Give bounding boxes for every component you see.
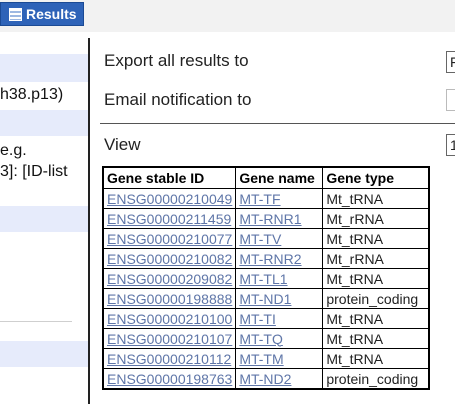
gene-type-cell: Mt_rRNA: [322, 248, 430, 269]
gene-id-cell: ENSG00000198888: [102, 288, 237, 309]
gene-id-link[interactable]: ENSG00000210077: [107, 231, 232, 247]
export-format-value: F: [450, 54, 455, 70]
gene-id-link[interactable]: ENSG00000210082: [107, 251, 232, 267]
gene-name-link[interactable]: MT-TL1: [239, 271, 287, 287]
panel-text-line: e.g.: [0, 142, 27, 159]
panel-divider: [0, 321, 72, 322]
results-table: Gene stable ID Gene name Gene type ENSG0…: [102, 166, 431, 390]
table-row: ENSG00000210112 MT-TM Mt_tRNA: [102, 348, 430, 369]
results-tab[interactable]: Results: [0, 2, 84, 26]
gene-id-link[interactable]: ENSG00000210049: [107, 191, 232, 207]
gene-id-link[interactable]: ENSG00000211459: [107, 211, 231, 227]
section-divider: [100, 123, 455, 124]
gene-name-cell: MT-TF: [235, 188, 324, 209]
top-bar: Results: [0, 0, 455, 32]
panel-section-band[interactable]: [0, 206, 88, 232]
export-label: Export all results to: [104, 51, 249, 70]
gene-id-cell: ENSG00000210082: [102, 248, 237, 269]
gene-id-cell: ENSG00000210077: [102, 228, 237, 249]
results-main: Export all results to F Email notificati…: [90, 38, 455, 404]
column-header-gene-name: Gene name: [235, 166, 324, 189]
gene-name-cell: MT-TQ: [235, 328, 324, 349]
gene-name-cell: MT-TI: [235, 308, 324, 329]
gene-name-cell: MT-RNR2: [235, 248, 324, 269]
panel-section-band[interactable]: [0, 110, 88, 136]
gene-id-link[interactable]: ENSG00000209082: [107, 271, 232, 287]
column-header-gene-stable-id: Gene stable ID: [102, 166, 237, 189]
gene-name-cell: MT-TL1: [235, 268, 324, 289]
panel-text-line: h38.p13): [0, 86, 64, 103]
gene-id-link[interactable]: ENSG00000198888: [107, 291, 232, 307]
gene-type-cell: protein_coding: [322, 288, 430, 309]
gene-id-cell: ENSG00000209082: [102, 268, 237, 289]
results-tab-label: Results: [26, 6, 77, 22]
gene-id-link[interactable]: ENSG00000198763: [107, 371, 232, 387]
gene-id-cell: ENSG00000198763: [102, 368, 237, 390]
gene-name-link[interactable]: MT-RNR1: [239, 211, 301, 227]
gene-type-cell: Mt_tRNA: [322, 348, 430, 369]
gene-name-link[interactable]: MT-ND2: [239, 371, 291, 387]
gene-id-cell: ENSG00000210112: [102, 348, 237, 369]
table-row: ENSG00000210049 MT-TF Mt_tRNA: [102, 188, 430, 209]
table-row: ENSG00000198763 MT-ND2 protein_coding: [102, 368, 430, 390]
gene-id-link[interactable]: ENSG00000210107: [107, 331, 232, 347]
panel-text-line: 3]: [ID-list: [0, 163, 68, 180]
gene-name-link[interactable]: MT-TF: [239, 191, 280, 207]
table-row: ENSG00000210077 MT-TV Mt_tRNA: [102, 228, 430, 249]
table-row: ENSG00000209082 MT-TL1 Mt_tRNA: [102, 268, 430, 289]
gene-name-cell: MT-RNR1: [235, 208, 324, 229]
panel-section-band[interactable]: [0, 341, 88, 367]
email-input[interactable]: [446, 89, 455, 111]
table-row: ENSG00000198888 MT-ND1 protein_coding: [102, 288, 430, 309]
gene-id-cell: ENSG00000211459: [102, 208, 237, 229]
view-label: View: [104, 135, 141, 154]
panel-section-band[interactable]: [0, 54, 88, 82]
gene-name-link[interactable]: MT-TI: [239, 311, 276, 327]
gene-name-cell: MT-TM: [235, 348, 324, 369]
table-row: ENSG00000210107 MT-TQ Mt_tRNA: [102, 328, 430, 349]
left-filter-panel: h38.p13) e.g. 3]: [ID-list: [0, 38, 88, 404]
gene-id-cell: ENSG00000210100: [102, 308, 237, 329]
view-count-select[interactable]: 1: [446, 134, 455, 156]
gene-id-cell: ENSG00000210107: [102, 328, 237, 349]
gene-type-cell: Mt_tRNA: [322, 188, 430, 209]
gene-type-cell: protein_coding: [322, 368, 430, 390]
gene-type-cell: Mt_tRNA: [322, 268, 430, 289]
gene-name-cell: MT-TV: [235, 228, 324, 249]
gene-name-link[interactable]: MT-TV: [239, 231, 281, 247]
table-row: ENSG00000211459 MT-RNR1 Mt_rRNA: [102, 208, 430, 229]
table-row: ENSG00000210100 MT-TI Mt_tRNA: [102, 308, 430, 329]
gene-name-cell: MT-ND1: [235, 288, 324, 309]
table-row: ENSG00000210082 MT-RNR2 Mt_rRNA: [102, 248, 430, 269]
gene-name-link[interactable]: MT-RNR2: [239, 251, 301, 267]
gene-name-link[interactable]: MT-ND1: [239, 291, 291, 307]
table-header-row: Gene stable ID Gene name Gene type: [102, 166, 430, 189]
gene-name-cell: MT-ND2: [235, 368, 324, 390]
gene-id-link[interactable]: ENSG00000210100: [107, 311, 232, 327]
table-icon: [9, 7, 22, 21]
gene-id-cell: ENSG00000210049: [102, 188, 237, 209]
gene-name-link[interactable]: MT-TQ: [239, 331, 283, 347]
email-notification-label: Email notification to: [104, 90, 252, 109]
gene-type-cell: Mt_tRNA: [322, 228, 430, 249]
gene-id-link[interactable]: ENSG00000210112: [107, 351, 231, 367]
export-format-select[interactable]: F: [446, 51, 455, 73]
gene-type-cell: Mt_rRNA: [322, 208, 430, 229]
column-header-gene-type: Gene type: [322, 166, 430, 189]
gene-name-link[interactable]: MT-TM: [239, 351, 283, 367]
view-count-value: 1: [450, 137, 455, 153]
gene-type-cell: Mt_tRNA: [322, 308, 430, 329]
gene-type-cell: Mt_tRNA: [322, 328, 430, 349]
